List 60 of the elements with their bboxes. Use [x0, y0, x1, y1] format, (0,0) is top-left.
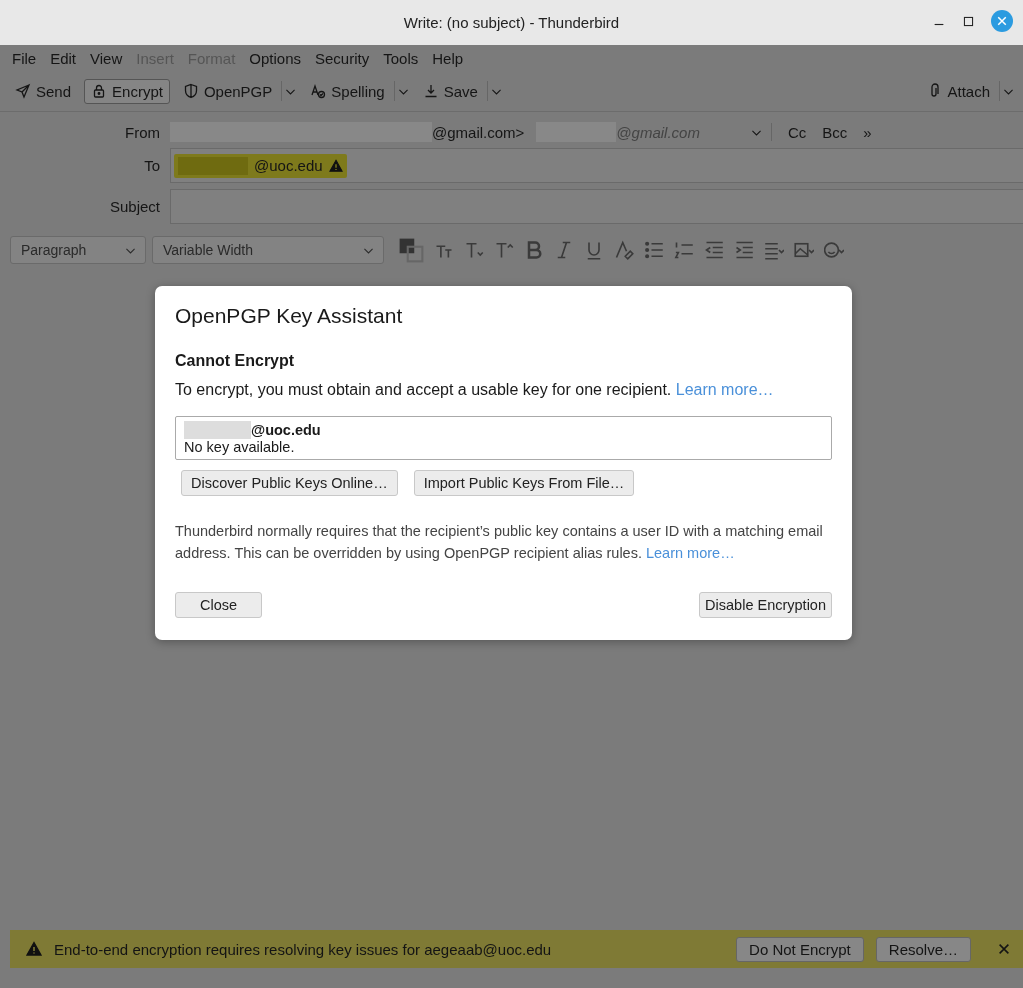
learn-more-link[interactable]: Learn more…	[675, 381, 774, 398]
notification-button[interactable]: Do Not Encrypt	[736, 936, 864, 962]
dialog-message: To encrypt, you must obtain and accept a usable key for one recipient. Learn more…	[175, 380, 775, 400]
menu-item[interactable]: Edit	[43, 49, 84, 67]
close-icon	[996, 15, 1008, 27]
toolbar-button[interactable]: Encrypt	[84, 78, 170, 104]
font-select[interactable]: Variable Width	[152, 236, 384, 264]
to-field[interactable]: @uoc.edu	[170, 148, 1023, 183]
toolbar-button[interactable]: OpenPGP	[175, 78, 280, 104]
maximize-icon[interactable]	[962, 14, 975, 28]
learn-more-link[interactable]: Learn more…	[646, 545, 735, 561]
close-button[interactable]: Close	[175, 592, 262, 618]
window-title: Write: (no subject) - Thunderbird	[403, 14, 620, 31]
menu-item[interactable]: File	[5, 49, 44, 67]
disable-encryption-button[interactable]: Disable Encryption	[699, 592, 832, 618]
menu-item[interactable]: View	[83, 49, 130, 67]
more-button[interactable]: »	[855, 123, 880, 141]
field-label: From	[124, 123, 160, 141]
outdent-icon[interactable]	[704, 240, 724, 260]
emoji-icon[interactable]	[824, 240, 844, 260]
indent-icon[interactable]	[734, 240, 754, 260]
align-icon[interactable]	[764, 240, 784, 260]
toolbar-button[interactable]: Spelling	[303, 78, 392, 104]
action-button[interactable]: Import Public Keys From File…	[413, 470, 635, 496]
sender-address: @gmail.com>	[432, 123, 525, 141]
font-size-up-icon[interactable]	[494, 240, 514, 260]
spell-check-icon	[310, 83, 327, 99]
toolbar-button[interactable]: Save	[415, 78, 485, 104]
action-button[interactable]: Discover Public Keys Online…	[181, 470, 398, 496]
send-icon	[15, 83, 31, 99]
close-button[interactable]	[991, 10, 1013, 32]
cc-button[interactable]: Cc	[779, 123, 815, 141]
text-color-icon[interactable]	[398, 237, 424, 263]
menu-item[interactable]: Options	[242, 49, 308, 67]
dialog-title: OpenPGP Key Assistant	[175, 304, 404, 328]
warning-icon	[26, 941, 42, 957]
toolbar-button[interactable]: Send	[8, 78, 79, 104]
key-status: No key available.	[184, 439, 296, 455]
dialog-heading: Cannot Encrypt	[175, 352, 296, 370]
bcc-button[interactable]: Bcc	[814, 123, 856, 141]
field-label: Subject	[108, 198, 160, 215]
font-size-down-icon[interactable]	[464, 240, 484, 260]
bullet-list-icon[interactable]	[644, 240, 664, 260]
menu-item[interactable]: Tools	[376, 49, 426, 67]
shield-icon	[182, 83, 199, 99]
toolbar-button[interactable]: Attach	[919, 78, 997, 104]
recipient-pill[interactable]: @uoc.edu	[174, 153, 347, 178]
clear-format-icon[interactable]	[614, 240, 634, 260]
menu-item[interactable]: Help	[425, 49, 471, 67]
paragraph-select[interactable]: Paragraph	[10, 236, 146, 264]
field-label: To	[143, 157, 160, 174]
image-icon[interactable]	[794, 240, 814, 260]
notification-message: End-to-end encryption requires resolving key issues for aegeaab@uoc.edu	[54, 940, 553, 958]
recipient-address: @uoc.edu	[251, 422, 321, 438]
close-icon[interactable]	[997, 942, 1011, 956]
numbered-list-icon[interactable]	[674, 240, 694, 260]
redacted-text	[184, 421, 251, 439]
dialog-note: Thunderbird normally requires that the recipient’s public key contains a user ID with a matching email address. This can be overridden by using OpenPGP recipient alias rules. Learn more…	[175, 522, 824, 563]
notification-button[interactable]: Resolve…	[875, 936, 971, 962]
menu-item[interactable]: Security	[308, 49, 377, 67]
